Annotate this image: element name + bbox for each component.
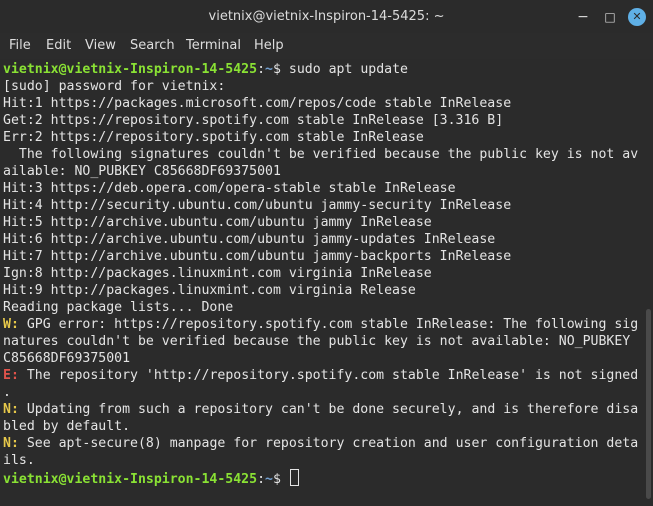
output-line: Hit:7 http://archive.ubuntu.com/ubuntu j… bbox=[3, 249, 512, 264]
prompt-colon: : bbox=[257, 62, 266, 77]
output-line: Hit:5 http://archive.ubuntu.com/ubuntu j… bbox=[3, 215, 432, 230]
prompt-user-host: vietnix@vietnix-Inspiron-14-5425 bbox=[3, 472, 258, 487]
output-line: Hit:9 http://packages.linuxmint.com virg… bbox=[3, 283, 416, 298]
window-title: vietnix@vietnix-Inspiron-14-5425: ~ bbox=[208, 9, 445, 24]
output-line: Hit:4 http://security.ubuntu.com/ubuntu … bbox=[3, 198, 512, 213]
notice-text: See apt-secure(8) manpage for repository… bbox=[18, 436, 639, 451]
notice-line: ils. bbox=[3, 453, 35, 468]
menu-terminal[interactable]: Terminal bbox=[186, 33, 241, 59]
close-button[interactable]: ✕ bbox=[628, 8, 646, 26]
notice-line: N: See apt-secure(8) manpage for reposit… bbox=[3, 435, 638, 452]
notice-text: Updating from such a repository can't be… bbox=[18, 402, 639, 417]
maximize-button[interactable]: □ bbox=[600, 7, 620, 27]
warning-tag: W: bbox=[3, 317, 19, 332]
menu-help[interactable]: Help bbox=[254, 33, 284, 59]
warning-text: GPG error: https://repository.spotify.co… bbox=[18, 317, 639, 332]
notice-line: N: Updating from such a repository can't… bbox=[3, 401, 638, 418]
menu-file[interactable]: File bbox=[9, 33, 31, 59]
prompt-user-host: vietnix@vietnix-Inspiron-14-5425 bbox=[3, 62, 258, 77]
notice-tag: N: bbox=[3, 436, 19, 451]
output-line: Get:2 https://repository.spotify.com sta… bbox=[3, 113, 504, 128]
terminal-window: vietnix@vietnix-Inspiron-14-5425: ~ − □ … bbox=[0, 0, 653, 506]
menu-edit[interactable]: Edit bbox=[46, 33, 71, 59]
menu-search[interactable]: Search bbox=[130, 33, 175, 59]
notice-line: bled by default. bbox=[3, 419, 131, 434]
menu-bar: File Edit View Search Terminal Help bbox=[0, 33, 653, 59]
prompt-symbol: $ bbox=[272, 472, 289, 487]
warning-line: C85668DF69375001 bbox=[3, 351, 131, 366]
terminal-output[interactable]: vietnix@vietnix-Inspiron-14-5425:~$ sudo… bbox=[0, 59, 645, 506]
scrollbar[interactable] bbox=[645, 59, 653, 506]
output-line: Hit:6 http://archive.ubuntu.com/ubuntu j… bbox=[3, 232, 496, 247]
warning-line: W: GPG error: https://repository.spotify… bbox=[3, 316, 638, 333]
prompt-symbol: $ bbox=[272, 62, 289, 77]
output-line: The following signatures couldn't be ver… bbox=[3, 147, 639, 162]
menu-view[interactable]: View bbox=[85, 33, 116, 59]
prompt-path: ~ bbox=[265, 472, 273, 487]
title-bar[interactable]: vietnix@vietnix-Inspiron-14-5425: ~ − □ … bbox=[0, 0, 653, 33]
error-line: E: The repository 'http://repository.spo… bbox=[3, 367, 638, 384]
command-line: vietnix@vietnix-Inspiron-14-5425:~$ sudo… bbox=[3, 61, 408, 78]
warning-line: natures couldn't be verified because the… bbox=[3, 334, 631, 349]
prompt-line: vietnix@vietnix-Inspiron-14-5425:~$ bbox=[3, 469, 299, 487]
error-tag: E: bbox=[3, 368, 19, 383]
error-text: The repository 'http://repository.spotif… bbox=[18, 368, 639, 383]
notice-tag: N: bbox=[3, 402, 19, 417]
scrollbar-thumb[interactable] bbox=[646, 309, 651, 499]
output-line: ailable: NO_PUBKEY C85668DF69375001 bbox=[3, 164, 281, 179]
output-line: Reading package lists... Done bbox=[3, 300, 234, 315]
output-line: Hit:3 https://deb.opera.com/opera-stable… bbox=[3, 181, 456, 196]
output-line: Err:2 https://repository.spotify.com sta… bbox=[3, 130, 424, 145]
minimize-button[interactable]: − bbox=[573, 7, 593, 27]
error-line: . bbox=[3, 385, 11, 400]
text-cursor[interactable] bbox=[289, 469, 299, 486]
prompt-path: ~ bbox=[265, 62, 273, 77]
command-text: sudo apt update bbox=[288, 62, 408, 77]
output-line: Ign:8 http://packages.linuxmint.com virg… bbox=[3, 266, 432, 281]
output-line: [sudo] password for vietnix: bbox=[3, 79, 226, 94]
prompt-colon: : bbox=[257, 472, 266, 487]
output-line: Hit:1 https://packages.microsoft.com/rep… bbox=[3, 96, 512, 111]
